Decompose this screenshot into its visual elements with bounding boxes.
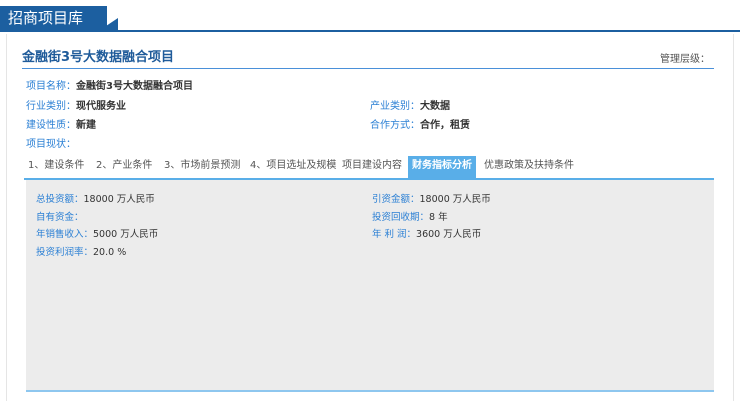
- tab-market-forecast[interactable]: 3、市场前景预测: [164, 156, 240, 178]
- field-label: 引资金额：: [372, 194, 420, 205]
- field-label: 项目名称：: [26, 81, 76, 92]
- field-construction: 建设性质：新建: [26, 116, 96, 131]
- field-value: 金融街3号大数据融合项目: [76, 81, 193, 92]
- field-value: 大数据: [420, 101, 450, 112]
- field-value: 20.0 %: [93, 247, 127, 258]
- field-value: 18000 万人民币: [419, 194, 491, 205]
- field-value: 现代服务业: [76, 101, 126, 112]
- financial-panel: 总投资额：18000 万人民币 引资金额：18000 万人民币 自有资金： 投资…: [26, 180, 714, 392]
- tab-construction-conditions[interactable]: 1、建设条件: [28, 156, 84, 178]
- tab-bar: 1、建设条件 2、产业条件 3、市场前景预测 4、项目选址及规模 项目建设内容 …: [24, 156, 714, 180]
- fin-introduced-amount: 引资金额：18000 万人民币: [372, 191, 491, 205]
- header-rule: [0, 30, 740, 32]
- field-label: 项目现状：: [26, 139, 76, 150]
- page-header-title: 招商项目库: [0, 6, 108, 30]
- field-label: 总投资额：: [36, 194, 84, 205]
- fin-profit-rate: 投资利润率：20.0 %: [36, 244, 126, 258]
- field-value: 8 年: [429, 212, 448, 223]
- title-divider: [22, 68, 714, 69]
- field-value: 3600 万人民币: [416, 229, 482, 240]
- field-value: 合作，租赁: [420, 120, 470, 131]
- field-label: 自有资金：: [36, 212, 84, 223]
- field-label: 行业类别：: [26, 101, 76, 112]
- field-project-name: 项目名称：金融街3号大数据融合项目: [26, 77, 193, 92]
- fin-annual-profit: 年 利 润：3600 万人民币: [372, 226, 481, 240]
- tab-construction-content[interactable]: 项目建设内容: [342, 156, 402, 178]
- fin-annual-sales: 年销售收入：5000 万人民币: [36, 226, 158, 240]
- field-value: 新建: [76, 120, 96, 131]
- field-label: 建设性质：: [26, 120, 76, 131]
- field-label: 年 利 润：: [372, 229, 417, 240]
- field-cooperation: 合作方式：合作，租赁: [370, 116, 470, 131]
- tab-policies-support[interactable]: 优惠政策及扶持条件: [484, 156, 574, 178]
- field-value: 18000 万人民币: [83, 194, 155, 205]
- tab-site-and-scale[interactable]: 4、项目选址及规模: [250, 156, 336, 178]
- field-label: 投资回收期：: [372, 212, 430, 223]
- field-label: 合作方式：: [370, 120, 420, 131]
- field-label: 产业类别：: [370, 101, 420, 112]
- fin-payback-period: 投资回收期：8 年: [372, 209, 448, 223]
- field-sector: 产业类别：大数据: [370, 97, 450, 112]
- field-status: 项目现状：: [26, 135, 76, 150]
- tab-industry-conditions[interactable]: 2、产业条件: [96, 156, 152, 178]
- header-bar: 招商项目库: [0, 0, 740, 32]
- fin-own-funds: 自有资金：: [36, 209, 84, 223]
- management-level-label: 管理层级：: [660, 54, 710, 65]
- field-industry: 行业类别：现代服务业: [26, 97, 126, 112]
- field-label: 投资利润率：: [36, 247, 94, 258]
- project-title: 金融街3号大数据融合项目: [22, 50, 175, 65]
- field-value: 5000 万人民币: [93, 229, 159, 240]
- fin-total-investment: 总投资额：18000 万人民币: [36, 191, 155, 205]
- header-tab-notch: [100, 18, 118, 30]
- field-label: 年销售收入：: [36, 229, 94, 240]
- tab-financial-analysis[interactable]: 财务指标分析: [408, 156, 476, 178]
